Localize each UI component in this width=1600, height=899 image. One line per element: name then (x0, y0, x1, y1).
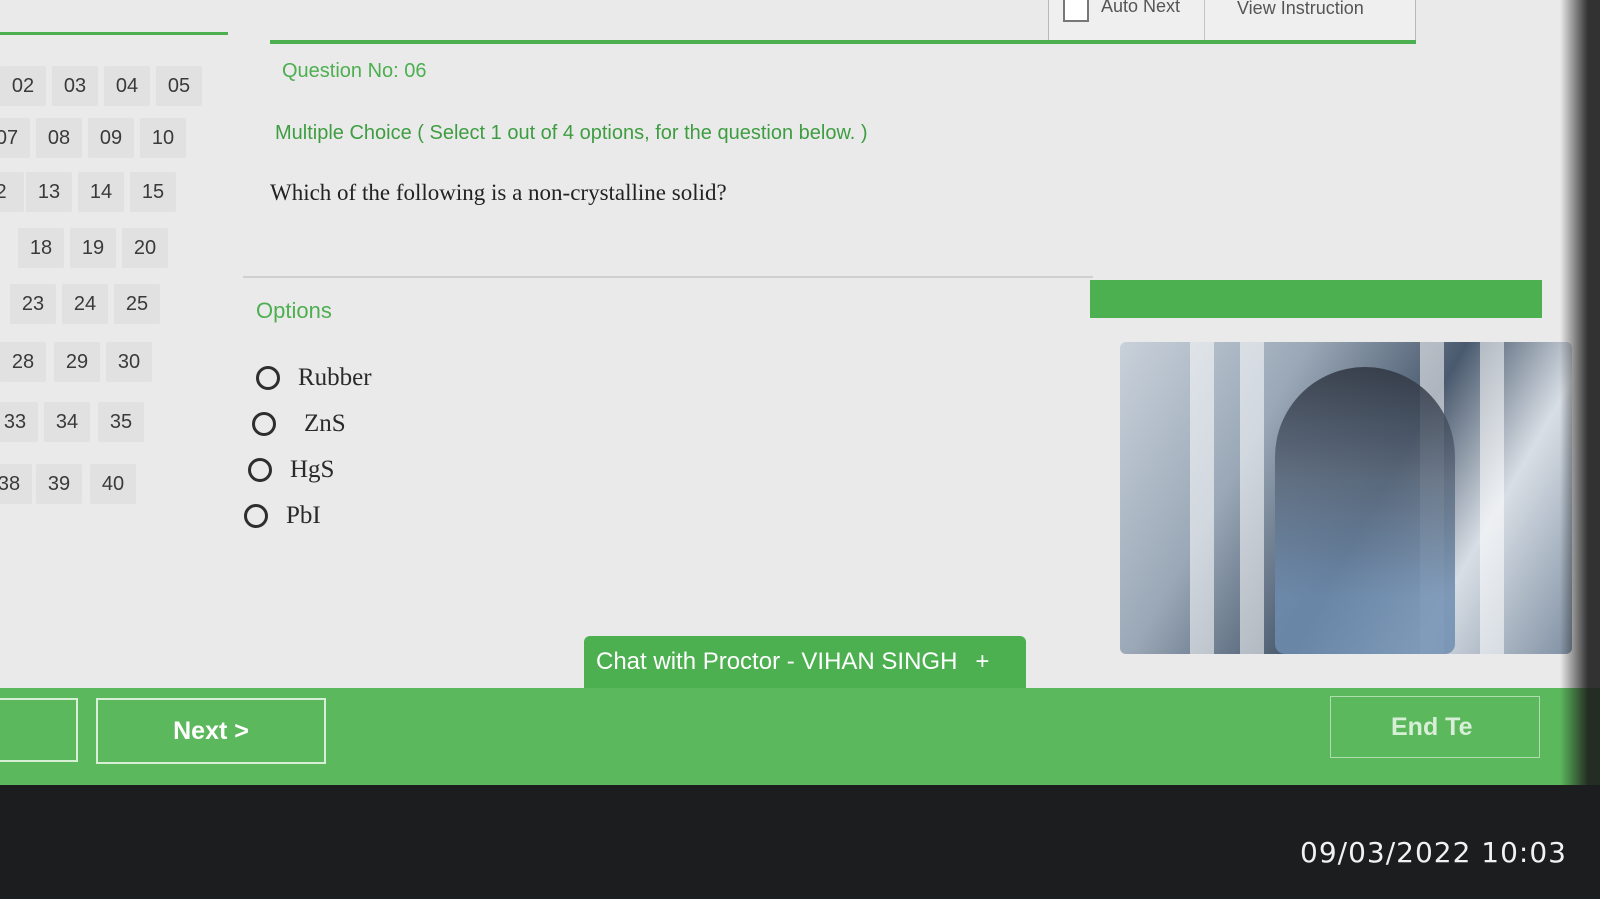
question-number-button[interactable]: 23 (10, 284, 56, 324)
option-4[interactable]: PbI (244, 502, 321, 530)
question-number-button[interactable]: 02 (0, 66, 46, 106)
auto-next-checkbox[interactable] (1063, 0, 1089, 22)
bottom-navigation-bar: Next > End Te (0, 688, 1600, 785)
view-instruction-button[interactable]: View Instruction (1237, 0, 1364, 19)
question-number-button[interactable]: 33 (0, 402, 38, 442)
question-number-button[interactable]: 35 (98, 402, 144, 442)
option-text: Rubber (298, 364, 372, 391)
question-number-button[interactable]: 05 (156, 66, 202, 106)
question-number-button[interactable]: 39 (36, 464, 82, 504)
option-1[interactable]: Rubber (256, 364, 372, 392)
radio-button[interactable] (248, 458, 272, 482)
radio-button[interactable] (244, 504, 268, 528)
radio-button[interactable] (252, 412, 276, 436)
chat-label: Chat with Proctor - VIHAN SINGH (596, 648, 958, 675)
next-button[interactable]: Next > (96, 698, 326, 764)
question-divider (243, 276, 1093, 278)
webcam-panel-header (1090, 280, 1542, 318)
question-number-button[interactable]: 28 (0, 342, 46, 382)
question-number-button[interactable]: 07 (0, 118, 30, 158)
option-3[interactable]: HgS (248, 456, 334, 484)
option-text: ZnS (304, 410, 346, 437)
question-palette: 02 03 04 05 07 08 09 10 2 13 14 15 18 19… (0, 0, 230, 690)
options-label: Options (256, 298, 332, 323)
question-number-button[interactable]: 40 (90, 464, 136, 504)
question-number: Question No: 06 (282, 60, 427, 82)
question-number-button[interactable]: 10 (140, 118, 186, 158)
question-number-button[interactable]: 38 (0, 464, 32, 504)
exam-screen: 02 03 04 05 07 08 09 10 2 13 14 15 18 19… (0, 0, 1600, 785)
question-number-button[interactable]: 20 (122, 228, 168, 268)
option-text: PbI (286, 502, 321, 529)
question-number-button[interactable]: 13 (26, 172, 72, 212)
option-text: HgS (290, 456, 335, 483)
end-test-button[interactable]: End Te (1330, 696, 1540, 758)
webcam-light-stripe (1190, 342, 1214, 654)
header-divider (270, 40, 1416, 44)
top-controls-separator (1204, 0, 1205, 42)
webcam-person (1275, 367, 1455, 654)
webcam-light-stripe (1240, 342, 1264, 654)
option-2[interactable]: ZnS (252, 410, 346, 438)
question-number-button[interactable]: 30 (106, 342, 152, 382)
question-number-button[interactable]: 29 (54, 342, 100, 382)
question-number-button[interactable]: 19 (70, 228, 116, 268)
question-number-button[interactable]: 09 (88, 118, 134, 158)
auto-next-label: Auto Next (1101, 0, 1181, 16)
photo-timestamp: 09/03/2022 10:03 (1300, 836, 1567, 869)
previous-button[interactable] (0, 698, 78, 762)
palette-divider (0, 32, 228, 35)
question-number-button[interactable]: 15 (130, 172, 176, 212)
question-text: Which of the following is a non-crystall… (270, 180, 727, 205)
question-number-button[interactable]: 14 (78, 172, 124, 212)
chat-with-proctor-tab[interactable]: Chat with Proctor - VIHAN SINGH + (584, 636, 1026, 688)
plus-icon[interactable]: + (975, 648, 989, 675)
top-controls: Auto Next View Instruction (1048, 0, 1416, 43)
question-number-button[interactable]: 03 (52, 66, 98, 106)
monitor-edge (1560, 0, 1600, 785)
question-number-button[interactable]: 24 (62, 284, 108, 324)
question-number-button[interactable]: 08 (36, 118, 82, 158)
question-type: Multiple Choice ( Select 1 out of 4 opti… (275, 122, 868, 144)
webcam-light-stripe (1480, 342, 1504, 654)
webcam-video (1120, 342, 1572, 654)
question-number-button[interactable]: 2 (0, 172, 24, 212)
question-number-button[interactable]: 34 (44, 402, 90, 442)
question-number-button[interactable]: 18 (18, 228, 64, 268)
question-number-button[interactable]: 04 (104, 66, 150, 106)
question-number-button[interactable]: 25 (114, 284, 160, 324)
radio-button[interactable] (256, 366, 280, 390)
